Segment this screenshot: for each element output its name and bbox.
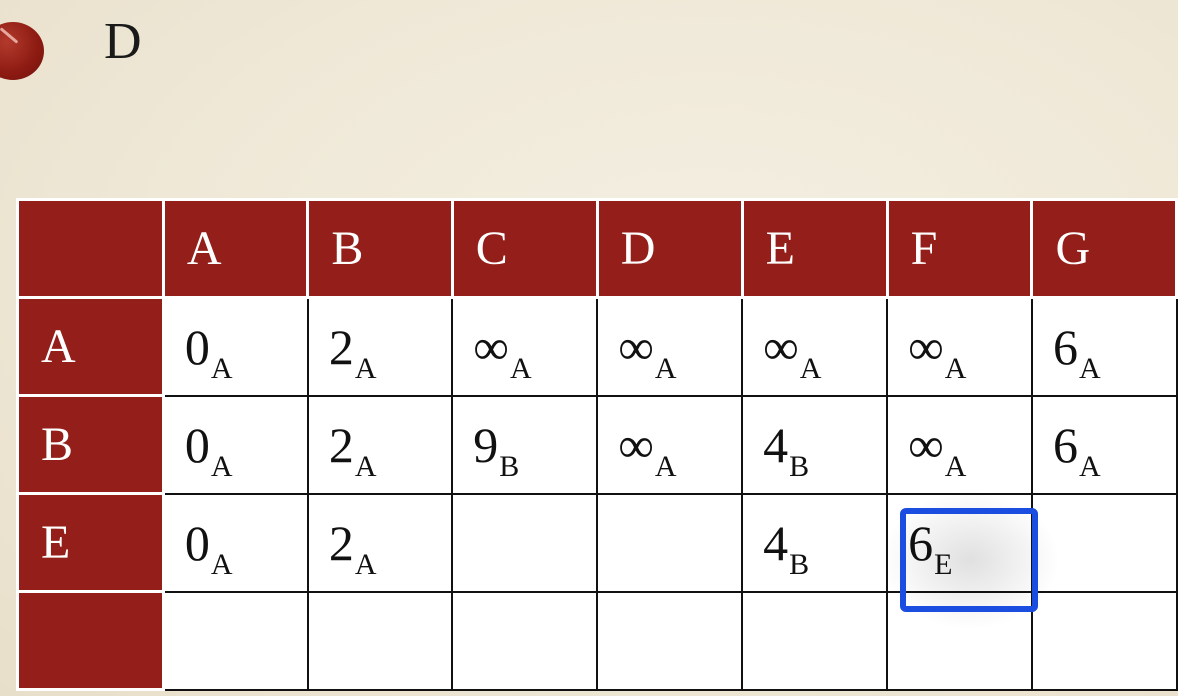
- distance-cell: 0A: [162, 296, 309, 397]
- cell-predecessor: A: [210, 547, 233, 581]
- distance-cell: [162, 590, 309, 691]
- distance-cell: [741, 590, 889, 691]
- cell-predecessor: B: [499, 449, 520, 483]
- bullet-text: D: [104, 13, 142, 70]
- cell-value: 0: [184, 416, 210, 473]
- distance-cell: ∞A: [886, 394, 1033, 495]
- distance-cell: [596, 492, 744, 593]
- cell-predecessor: A: [799, 351, 822, 385]
- cell-value: ∞: [763, 318, 799, 375]
- cell-predecessor: A: [944, 449, 967, 483]
- distance-cell: [451, 590, 599, 691]
- column-header: A: [161, 198, 310, 299]
- cell-predecessor: A: [654, 449, 677, 483]
- highlight-box: [900, 508, 1038, 612]
- cell-value: ∞: [618, 416, 654, 473]
- row-header: E: [16, 492, 165, 593]
- cell-value: 4: [763, 416, 789, 473]
- cell-predecessor: A: [654, 351, 677, 385]
- distance-cell: [306, 590, 454, 691]
- cell-predecessor: A: [210, 351, 233, 385]
- row-header: A: [16, 296, 165, 397]
- cell-value: 6: [1052, 416, 1078, 473]
- cell-value: ∞: [473, 318, 509, 375]
- distance-cell: ∞A: [596, 296, 744, 397]
- cell-predecessor: A: [210, 449, 233, 483]
- distance-cell: 2A: [306, 394, 454, 495]
- table-row: A 0A 2A ∞A ∞A ∞A ∞A 6A: [16, 296, 1178, 397]
- cell-predecessor: A: [354, 351, 377, 385]
- cell-predecessor: A: [509, 351, 532, 385]
- row-header: [16, 590, 165, 691]
- distance-cell: 2A: [306, 296, 454, 397]
- distance-cell: ∞A: [741, 296, 889, 397]
- distance-cell: 2A: [306, 492, 454, 593]
- row-header: B: [16, 394, 165, 495]
- distance-cell: ∞A: [596, 394, 744, 495]
- corner-cell: [16, 198, 165, 299]
- cell-value: ∞: [908, 416, 944, 473]
- distance-cell: 0A: [162, 492, 309, 593]
- cell-value: 2: [328, 416, 354, 473]
- cell-value: 0: [184, 318, 210, 375]
- distance-cell: [596, 590, 744, 691]
- bullet-mark: [0, 27, 19, 44]
- cell-value: 2: [328, 514, 354, 571]
- bullet-icon: [0, 22, 44, 80]
- cell-predecessor: A: [1078, 449, 1101, 483]
- distance-cell: 4B: [741, 394, 889, 495]
- cell-value: 6: [1052, 318, 1078, 375]
- cell-value: 2: [328, 318, 354, 375]
- cell-predecessor: B: [789, 547, 810, 581]
- table-row: B 0A 2A 9B ∞A 4B ∞A 6A: [16, 394, 1178, 495]
- distance-cell: 6A: [1030, 296, 1178, 397]
- distance-cell: [451, 492, 599, 593]
- distance-cell: 0A: [162, 394, 309, 495]
- cell-predecessor: A: [944, 351, 967, 385]
- column-header: D: [595, 198, 744, 299]
- distance-cell: ∞A: [451, 296, 599, 397]
- cell-value: ∞: [908, 318, 944, 375]
- distance-cell: 6A: [1030, 394, 1178, 495]
- cell-predecessor: A: [354, 547, 377, 581]
- cell-predecessor: B: [789, 449, 810, 483]
- column-header: G: [1030, 198, 1178, 299]
- cell-value: 4: [763, 514, 789, 571]
- distance-cell: ∞A: [886, 296, 1033, 397]
- distance-cell: 4B: [741, 492, 889, 593]
- cell-value: 9: [473, 416, 499, 473]
- column-header: C: [450, 198, 599, 299]
- cell-predecessor: A: [1078, 351, 1101, 385]
- column-header: F: [885, 198, 1034, 299]
- cell-predecessor: A: [354, 449, 377, 483]
- column-header: B: [306, 198, 454, 299]
- cell-value: ∞: [618, 318, 654, 375]
- header-row: A B C D E F G: [16, 198, 1178, 299]
- cell-value: 0: [184, 514, 210, 571]
- column-header: E: [740, 198, 889, 299]
- distance-cell: 9B: [451, 394, 599, 495]
